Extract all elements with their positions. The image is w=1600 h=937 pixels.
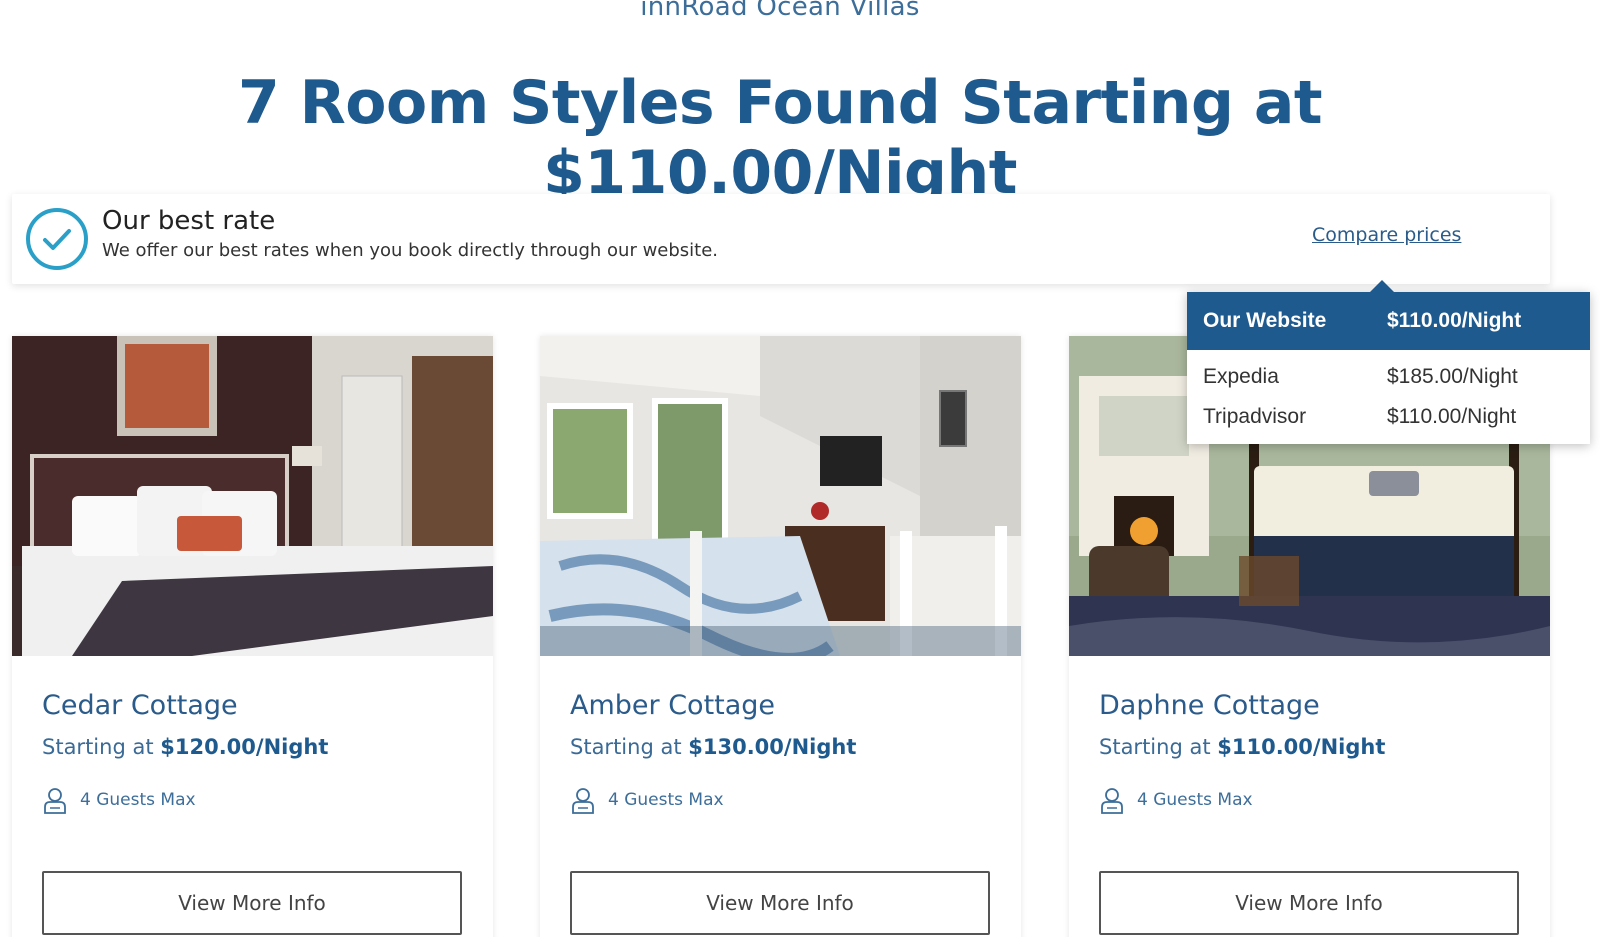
price-value: $130.00/Night [688,735,857,759]
price-site: Our Website [1203,309,1327,332]
guests-info: 4 Guests Max [570,786,724,814]
room-photo[interactable] [12,336,493,656]
guests-max: 4 Guests Max [1137,790,1253,810]
room-name[interactable]: Amber Cottage [570,690,775,721]
property-name: innRoad Ocean Villas [640,0,920,22]
view-more-info-button[interactable]: View More Info [570,871,990,935]
page-title: 7 Room Styles Found Starting at $110.00/… [237,68,1323,208]
compare-prices-link[interactable]: Compare prices [1312,224,1461,246]
guest-person-icon [1101,788,1123,814]
room-name[interactable]: Cedar Cottage [42,690,238,721]
price-prefix: Starting at [42,735,154,759]
price-value: $110.00/Night [1217,735,1386,759]
guests-info: 4 Guests Max [1099,786,1253,814]
popup-arrow [1370,280,1394,292]
best-rate-text: We offer our best rates when you book di… [102,240,719,261]
best-rate-banner: Our best rate We offer our best rates wh… [12,194,1550,284]
price-value: $110.00/Night [1387,405,1517,428]
price-site: Expedia [1203,365,1279,388]
view-more-info-button[interactable]: View More Info [1099,871,1519,935]
price-value: $110.00/Night [1387,309,1522,332]
price-site: Tripadvisor [1203,405,1307,428]
price-value: $185.00/Night [1387,365,1518,388]
best-rate-heading: Our best rate [102,206,276,236]
guests-max: 4 Guests Max [608,790,724,810]
room-price: Starting at $110.00/Night [1099,735,1385,759]
price-row-expedia: Expedia $185.00/Night [1187,357,1590,397]
price-row-our-website: Our Website $110.00/Night [1187,292,1590,350]
room-card: Amber Cottage Starting at $130.00/Night … [540,336,1021,937]
view-more-info-button[interactable]: View More Info [42,871,462,935]
price-value: $120.00/Night [160,735,329,759]
guests-info: 4 Guests Max [42,786,196,814]
guests-max: 4 Guests Max [80,790,196,810]
price-row-tripadvisor: Tripadvisor $110.00/Night [1187,397,1590,437]
price-comparison-popup: Our Website $110.00/Night Expedia $185.0… [1187,280,1590,444]
room-price: Starting at $120.00/Night [42,735,328,759]
room-card: Cedar Cottage Starting at $120.00/Night … [12,336,493,937]
room-price: Starting at $130.00/Night [570,735,856,759]
price-prefix: Starting at [1099,735,1211,759]
guest-person-icon [44,788,66,814]
room-name[interactable]: Daphne Cottage [1099,690,1320,721]
price-prefix: Starting at [570,735,682,759]
guest-person-icon [572,788,594,814]
room-photo[interactable] [540,336,1021,656]
check-circle-icon [26,208,88,270]
